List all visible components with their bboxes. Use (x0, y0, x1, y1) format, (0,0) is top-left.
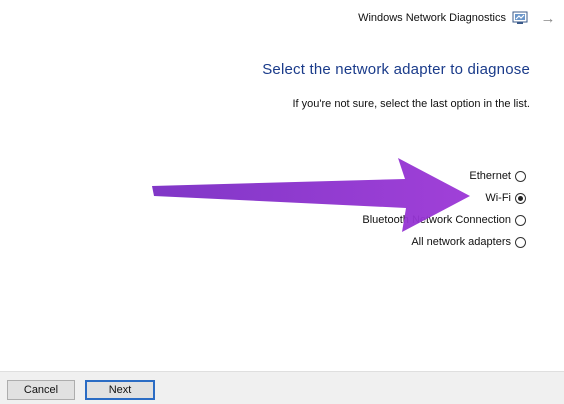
page-heading: Select the network adapter to diagnose (262, 61, 530, 78)
annotation-arrow-icon (152, 158, 470, 232)
adapter-option-all[interactable]: All network adapters (411, 234, 526, 250)
cancel-button[interactable]: Cancel (7, 380, 75, 400)
adapter-option-wifi[interactable]: Wi-Fi (485, 190, 526, 206)
next-button[interactable]: Next (85, 380, 155, 400)
option-label: All network adapters (411, 236, 511, 248)
window-title: Windows Network Diagnostics (358, 12, 506, 24)
network-diagnostics-icon (512, 11, 528, 25)
title-bar: → Windows Network Diagnostics (0, 0, 564, 38)
diagnostics-window: → Windows Network Diagnostics Select the… (0, 0, 564, 404)
back-arrow-icon[interactable]: → (540, 11, 556, 27)
radio-button-wifi[interactable] (515, 192, 526, 204)
radio-button-all[interactable] (515, 236, 526, 248)
radio-button-ethernet[interactable] (515, 170, 526, 182)
footer-bar: Cancel Next (0, 371, 564, 404)
instruction-text: If you're not sure, select the last opti… (292, 98, 530, 110)
radio-button-bluetooth[interactable] (515, 214, 526, 226)
